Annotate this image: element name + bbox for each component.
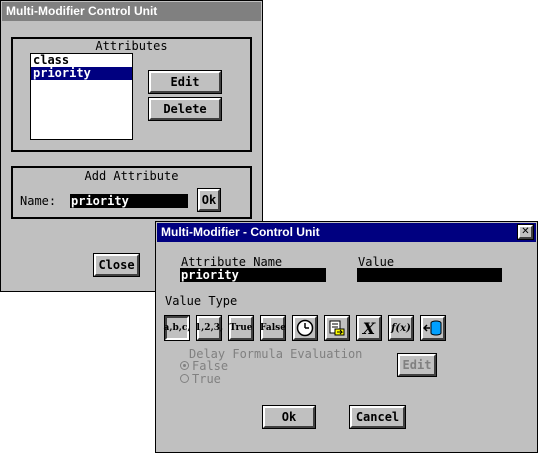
true-radio[interactable] [180,374,189,383]
clock-icon[interactable] [292,315,318,341]
attribute-list-item[interactable]: priority [31,67,132,80]
name-input[interactable]: priority [70,194,188,208]
delete-button[interactable]: Delete [148,97,222,121]
number-type-icon[interactable]: 1,2,3, [195,315,223,341]
true-radio-label: True [192,372,221,386]
true-type-icon[interactable]: True [228,315,254,341]
window-close-icon[interactable]: ✕ [517,224,534,240]
edit-button[interactable]: Edit [148,70,222,94]
false-type-icon[interactable]: False [260,315,286,341]
file-icon[interactable] [324,315,350,341]
attribute-name-label: Attribute Name [181,255,283,269]
name-label: Name: [20,194,57,208]
front-window-title: Multi-Modifier - Control Unit [161,225,320,239]
false-radio[interactable] [180,361,189,370]
value-input[interactable] [357,268,502,282]
database-icon[interactable] [420,315,446,341]
value-label: Value [358,255,395,269]
cancel-button[interactable]: Cancel [349,405,406,429]
add-attribute-group-title: Add Attribute [84,169,179,183]
function-icon[interactable]: f(x) [388,315,414,341]
string-type-icon[interactable]: a,b,c, [164,315,191,341]
value-type-label: Value Type [165,294,238,308]
attribute-list[interactable]: class priority [30,53,133,140]
ok-button[interactable]: Ok [262,405,316,429]
back-window-title: Multi-Modifier Control Unit [2,2,261,21]
front-window: Multi-Modifier - Control Unit ✕ Attribut… [155,221,538,453]
formula-edit-button[interactable]: Edit [397,353,437,377]
attribute-name-input[interactable]: priority [180,268,326,282]
add-attribute-group: Add Attribute Name: priority Ok [11,166,252,219]
front-window-title-bar: Multi-Modifier - Control Unit [157,223,536,242]
close-button[interactable]: Close [93,253,140,277]
attributes-group: Attributes class priority Edit Delete [11,37,252,152]
add-ok-button[interactable]: Ok [197,188,221,212]
attributes-group-title: Attributes [95,39,168,53]
false-radio-label: False [192,359,229,373]
x-variable-icon[interactable]: X [356,315,382,341]
